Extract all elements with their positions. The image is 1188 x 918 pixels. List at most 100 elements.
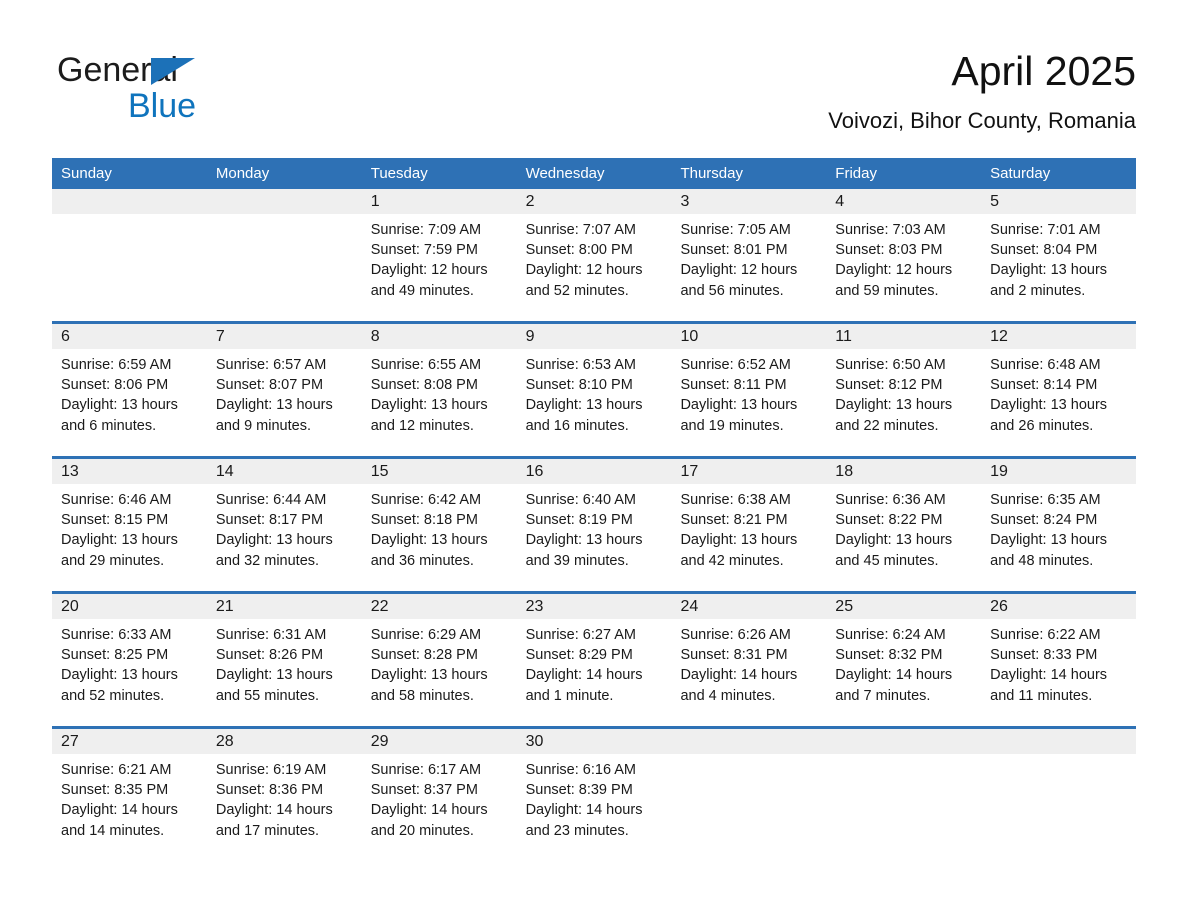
- day-cell[interactable]: 20 Sunrise: 6:33 AM Sunset: 8:25 PM Dayligh…: [52, 594, 207, 726]
- day-detail-line: Sunrise: 6:53 AM: [525, 357, 636, 373]
- day-cell[interactable]: 24 Sunrise: 6:26 AM Sunset: 8:31 PM Dayligh…: [671, 594, 826, 726]
- day-detail-line: Sunrise: 6:55 AM: [370, 357, 482, 373]
- day-cell[interactable]: 30 Sunrise: 6:16 AM Sunset: 8:39 PM Dayligh…: [517, 729, 672, 861]
- day-detail-line: and 55 minutes.: [215, 687, 320, 704]
- calendar-table: Sunday Monday Tuesday Wednesday Thursday Frid…: [52, 158, 1136, 861]
- title-block: April 2025 Voivozi, Bihor County, Romani…: [828, 46, 1136, 134]
- day-details: Sunrise: 6:27 AM Sunset: 8:29 PM Daylight:…: [526, 625, 672, 706]
- day-detail-line: Daylight: 13 hours: [370, 667, 488, 684]
- day-cell[interactable]: 10 Sunrise: 6:52 AM Sunset: 8:11 PM Dayligh…: [671, 324, 826, 456]
- day-detail-line: Sunrise: 6:42 AM: [370, 492, 482, 508]
- day-number: 2: [525, 193, 535, 210]
- day-detail-line: Daylight: 13 hours: [990, 397, 1108, 414]
- day-cell[interactable]: 26 Sunrise: 6:22 AM Sunset: 8:33 PM Dayligh…: [981, 594, 1136, 726]
- day-detail-line: Sunrise: 6:24 AM: [835, 627, 946, 643]
- day-cell[interactable]: 25 Sunrise: 6:24 AM Sunset: 8:32 PM Dayligh…: [826, 594, 981, 726]
- day-number: 4: [835, 193, 845, 210]
- day-detail-line: and 16 minutes.: [525, 417, 629, 434]
- day-cell[interactable]: 9 Sunrise: 6:53 AM Sunset: 8:10 PM Daylight…: [517, 324, 672, 456]
- week-cells: 1 Sunrise: 7:09 AM Sunset: 7:59 PM Daylight…: [52, 189, 1136, 321]
- day-cell[interactable]: 2 Sunrise: 7:07 AM Sunset: 8:00 PM Daylight…: [517, 189, 672, 321]
- day-detail-line: Sunrise: 7:05 AM: [680, 222, 791, 238]
- brand-logo-top-row: General: [57, 50, 357, 90]
- day-detail-line: Sunset: 8:31 PM: [680, 647, 788, 664]
- day-details: Sunrise: 6:57 AM Sunset: 8:07 PM Daylight:…: [216, 355, 362, 436]
- day-cell[interactable]: 11 Sunrise: 6:50 AM Sunset: 8:12 PM Dayligh…: [826, 324, 981, 456]
- day-detail-line: Sunrise: 6:46 AM: [61, 492, 172, 508]
- day-cell[interactable]: 18 Sunrise: 6:36 AM Sunset: 8:22 PM Dayligh…: [826, 459, 981, 591]
- day-detail-line: Sunset: 8:28 PM: [370, 647, 478, 664]
- day-details: Sunrise: 6:40 AM Sunset: 8:19 PM Daylight:…: [526, 490, 672, 571]
- day-detail-line: Daylight: 13 hours: [215, 532, 333, 549]
- day-cell[interactable]: 23 Sunrise: 6:27 AM Sunset: 8:29 PM Dayligh…: [517, 594, 672, 726]
- day-detail-line: Daylight: 12 hours: [525, 262, 643, 279]
- day-cell[interactable]: 5 Sunrise: 7:01 AM Sunset: 8:04 PM Daylight…: [981, 189, 1136, 321]
- day-number: 5: [990, 193, 1000, 210]
- day-cell[interactable]: 4 Sunrise: 7:03 AM Sunset: 8:03 PM Daylight…: [826, 189, 981, 321]
- day-detail-line: Sunrise: 7:09 AM: [370, 222, 482, 238]
- day-detail-line: Daylight: 12 hours: [680, 262, 798, 279]
- day-details: Sunrise: 6:19 AM Sunset: 8:36 PM Daylight:…: [216, 760, 362, 841]
- day-detail-line: Daylight: 13 hours: [525, 397, 643, 414]
- day-cell[interactable]: 19 Sunrise: 6:35 AM Sunset: 8:24 PM Dayligh…: [981, 459, 1136, 591]
- day-cell[interactable]: 28 Sunrise: 6:19 AM Sunset: 8:36 PM Dayligh…: [207, 729, 362, 861]
- day-number: 11: [835, 328, 852, 345]
- day-detail-line: and 12 minutes.: [370, 417, 474, 434]
- day-detail-line: Sunrise: 6:44 AM: [215, 492, 327, 508]
- day-cell[interactable]: 13 Sunrise: 6:46 AM Sunset: 8:15 PM Dayligh…: [52, 459, 207, 591]
- day-detail-line: Daylight: 14 hours: [525, 667, 643, 684]
- day-detail-line: Sunset: 8:07 PM: [215, 377, 324, 394]
- day-number: 28: [215, 733, 234, 750]
- day-cell[interactable]: 15 Sunrise: 6:42 AM Sunset: 8:18 PM Dayligh…: [362, 459, 517, 591]
- brand-logo[interactable]: General Blue: [57, 50, 357, 130]
- day-detail-line: and 4 minutes.: [680, 687, 776, 704]
- day-cell[interactable]: 29 Sunrise: 6:17 AM Sunset: 8:37 PM Dayligh…: [362, 729, 517, 861]
- day-detail-line: Daylight: 13 hours: [990, 262, 1108, 279]
- day-details: Sunrise: 6:26 AM Sunset: 8:31 PM Daylight:…: [680, 625, 826, 706]
- day-number: 26: [990, 598, 1008, 615]
- day-detail-line: and 19 minutes.: [680, 417, 784, 434]
- day-detail-line: Sunset: 8:37 PM: [370, 782, 478, 799]
- day-number: 27: [61, 733, 79, 750]
- day-cell[interactable]: 22 Sunrise: 6:29 AM Sunset: 8:28 PM Dayligh…: [362, 594, 517, 726]
- day-details: Sunrise: 6:31 AM Sunset: 8:26 PM Daylight:…: [216, 625, 362, 706]
- day-detail-line: Sunset: 8:26 PM: [215, 647, 324, 664]
- day-detail-line: Sunset: 8:25 PM: [61, 647, 169, 664]
- day-cell[interactable]: 12 Sunrise: 6:48 AM Sunset: 8:14 PM Dayligh…: [981, 324, 1136, 456]
- day-detail-line: Sunrise: 6:52 AM: [680, 357, 791, 373]
- day-details: Sunrise: 6:50 AM Sunset: 8:12 PM Daylight:…: [835, 355, 981, 436]
- day-cell[interactable]: 8 Sunrise: 6:55 AM Sunset: 8:08 PM Daylight…: [362, 324, 517, 456]
- day-details: Sunrise: 6:52 AM Sunset: 8:11 PM Daylight:…: [680, 355, 826, 436]
- day-cell[interactable]: 14 Sunrise: 6:44 AM Sunset: 8:17 PM Dayligh…: [207, 459, 362, 591]
- day-detail-line: Daylight: 12 hours: [370, 262, 488, 279]
- day-detail-line: Sunrise: 6:50 AM: [835, 357, 946, 373]
- day-detail-line: Daylight: 12 hours: [835, 262, 953, 279]
- day-cell[interactable]: 17 Sunrise: 6:38 AM Sunset: 8:21 PM Dayligh…: [671, 459, 826, 591]
- day-cell[interactable]: 3 Sunrise: 7:05 AM Sunset: 8:01 PM Daylight…: [671, 189, 826, 321]
- weekday-header-monday: Monday: [215, 165, 270, 182]
- day-cell[interactable]: 1 Sunrise: 7:09 AM Sunset: 7:59 PM Daylight…: [362, 189, 517, 321]
- day-detail-line: Daylight: 13 hours: [370, 532, 488, 549]
- day-number: 8: [370, 328, 380, 345]
- day-cell[interactable]: 27 Sunrise: 6:21 AM Sunset: 8:35 PM Dayligh…: [52, 729, 207, 861]
- day-detail-line: Sunrise: 7:07 AM: [525, 222, 636, 238]
- day-detail-line: Daylight: 14 hours: [61, 802, 178, 819]
- day-cell[interactable]: 21 Sunrise: 6:31 AM Sunset: 8:26 PM Dayligh…: [207, 594, 362, 726]
- day-detail-line: Sunset: 8:32 PM: [835, 647, 943, 664]
- day-cell[interactable]: 6 Sunrise: 6:59 AM Sunset: 8:06 PM Daylight…: [52, 324, 207, 456]
- day-detail-line: Sunset: 7:59 PM: [370, 242, 478, 259]
- day-detail-line: Sunset: 8:19 PM: [525, 512, 633, 529]
- day-number: 15: [370, 463, 389, 480]
- calendar-weeks: 1 Sunrise: 7:09 AM Sunset: 7:59 PM Daylight…: [52, 189, 1136, 861]
- day-detail-line: Sunrise: 6:16 AM: [525, 762, 636, 778]
- day-number: 1: [370, 193, 380, 210]
- day-detail-line: Sunset: 8:35 PM: [61, 782, 169, 799]
- day-number: 30: [525, 733, 544, 750]
- day-detail-line: Sunrise: 6:27 AM: [525, 627, 636, 643]
- day-detail-line: Daylight: 13 hours: [835, 532, 953, 549]
- weekday-header-wednesday: Wednesday: [525, 165, 605, 182]
- day-cell[interactable]: 7 Sunrise: 6:57 AM Sunset: 8:07 PM Daylight…: [207, 324, 362, 456]
- day-detail-line: Sunset: 8:10 PM: [525, 377, 633, 394]
- day-cell[interactable]: 16 Sunrise: 6:40 AM Sunset: 8:19 PM Dayligh…: [517, 459, 672, 591]
- weekday-header-friday: Friday: [835, 165, 877, 182]
